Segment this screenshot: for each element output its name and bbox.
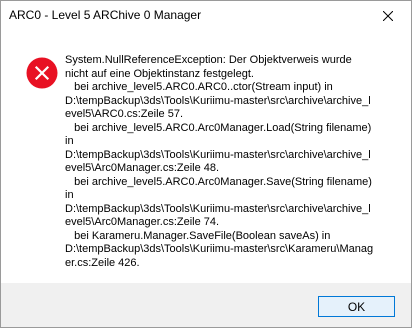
title-bar[interactable]: ARC0 - Level 5 ARChive 0 Manager [1, 1, 411, 31]
error-message-line: evel5\Arc0Manager.cs:Zeile 74. [65, 216, 220, 228]
ok-button[interactable]: OK [318, 296, 395, 317]
error-message-line: D:\tempBackup\3ds\Tools\Kuriimu-master\s… [65, 94, 371, 107]
error-icon [26, 57, 58, 89]
error-message-line: bei archive_level5.ARC0.Arc0Manager.Load… [65, 121, 372, 134]
error-message-line: D:\tempBackup\3ds\Tools\Kuriimu-master\s… [65, 202, 371, 215]
error-message-line: D:\tempBackup\3ds\Tools\Kuriimu-master\s… [65, 243, 374, 255]
error-message-line: nicht auf eine Objektinstanz festgelegt. [65, 67, 254, 80]
error-message-line: bei archive_level5.ARC0.ARC0..ctor(Strea… [65, 81, 333, 93]
button-bar: OK [1, 283, 411, 327]
dialog-content: System.NullReferenceException: Der Objek… [1, 31, 411, 283]
message-box-window: ARC0 - Level 5 ARChive 0 Manager System.… [0, 0, 412, 328]
error-message-line: in [65, 189, 74, 201]
error-message-line: evel5\ARC0.cs:Zeile 57. [65, 108, 183, 120]
close-button[interactable] [365, 1, 411, 31]
error-message-line: er.cs:Zeile 426. [65, 256, 140, 269]
error-message-line: evel5\Arc0Manager.cs:Zeile 48. [65, 162, 220, 174]
close-icon [383, 11, 393, 21]
window-title: ARC0 - Level 5 ARChive 0 Manager [9, 8, 202, 22]
error-message-line: System.NullReferenceException: Der Objek… [65, 54, 352, 66]
error-message-line: bei archive_level5.ARC0.Arc0Manager.Save… [65, 175, 372, 188]
error-message-line: D:\tempBackup\3ds\Tools\Kuriimu-master\s… [65, 148, 371, 161]
error-message-line: bei Karameru.Manager.SaveFile(Boolean sa… [65, 229, 331, 242]
error-message-line: in [65, 135, 74, 147]
error-message: System.NullReferenceException: Der Objek… [65, 54, 395, 270]
